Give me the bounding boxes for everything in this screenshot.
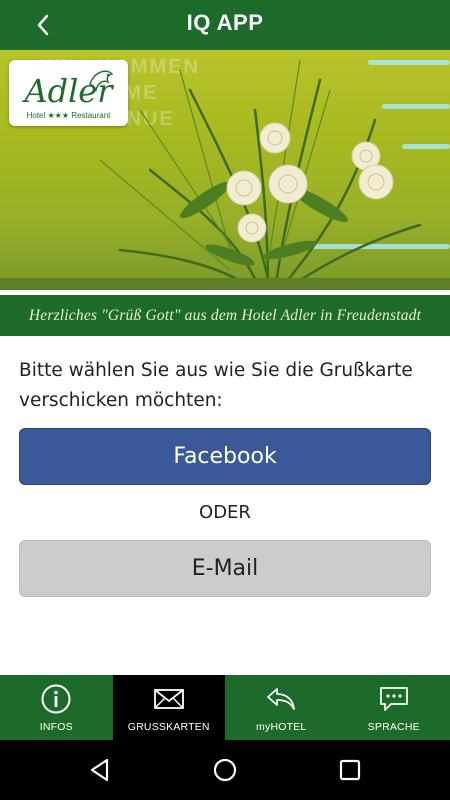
tab-sprache[interactable]: SPRACHE <box>338 675 450 740</box>
tab-myhotel-label: myHOTEL <box>256 721 307 733</box>
tab-infos[interactable]: INFOS <box>0 675 113 740</box>
app-header: IQ APP <box>0 0 450 50</box>
hotel-banner-image: WILLKOMMEN WELCOME BIENVENUE <box>0 50 450 290</box>
facebook-share-button[interactable]: Facebook <box>19 428 431 485</box>
envelope-icon <box>153 689 184 709</box>
nav-recents-button[interactable] <box>334 754 366 786</box>
app-screen: IQ APP WILLKOMMEN WELCOME BIENVENUE <box>0 0 450 800</box>
tab-grusskarten-label: GRUSSKARTEN <box>127 721 210 733</box>
tab-myhotel[interactable]: myHOTEL <box>225 675 338 740</box>
hotel-logo: Adler Hotel ★★★ Restaurant <box>9 60 128 126</box>
tab-infos-label: INFOS <box>39 721 73 733</box>
chat-bubble-icon <box>379 687 408 711</box>
square-recents-icon <box>339 759 361 781</box>
share-prompt-text: Bitte wählen Sie aus wie Sie die Grußkar… <box>19 360 413 411</box>
reply-arrow-icon <box>267 688 296 710</box>
tab-grusskarten[interactable]: GRUSSKARTEN <box>112 675 225 740</box>
banner-caption: Herzliches "Grüß Gott" aus dem Hotel Adl… <box>0 290 450 336</box>
hotel-logo-subtitle: Hotel ★★★ Restaurant <box>26 111 111 120</box>
banner-caption-text: Herzliches "Grüß Gott" aus dem Hotel Adl… <box>28 306 422 324</box>
or-separator: ODER <box>199 502 251 523</box>
hotel-logo-name: Adler <box>24 72 113 110</box>
circle-home-icon <box>213 758 237 782</box>
info-icon <box>41 684 71 714</box>
app-title: IQ APP <box>186 10 264 35</box>
system-navigation-bar <box>0 740 450 800</box>
nav-home-button[interactable] <box>209 754 241 786</box>
tab-sprache-label: SPRACHE <box>367 721 420 733</box>
triangle-back-icon <box>90 758 109 782</box>
nav-back-button[interactable] <box>84 754 116 786</box>
bottom-tab-bar: INFOS GRUSSKARTEN myHOTEL SPRACHE <box>0 675 450 740</box>
email-share-button[interactable]: E-Mail <box>19 540 431 597</box>
